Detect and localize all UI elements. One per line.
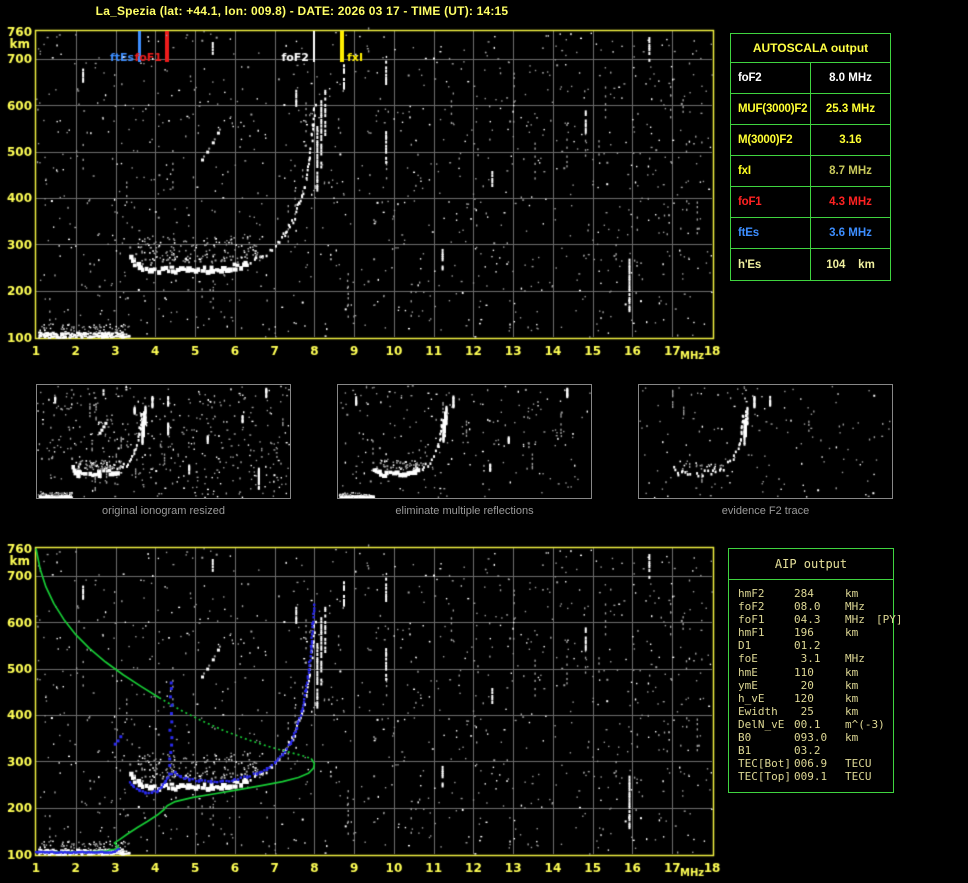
thumbnail-canvas: [37, 385, 290, 498]
autoscala-output-panel: AUTOSCALA output foF2 8.0 MHz MUF(3000)F…: [730, 33, 891, 281]
list-item: D1 01.2: [738, 639, 821, 653]
table-row: M(3000)F2 3.16: [731, 125, 890, 156]
aip-body: hmF2 284 km foF2 08.0 MHz foF1 04.3 MHz [PY] hm…: [729, 580, 903, 784]
thumbnail-caption: original ionogram resized: [102, 505, 225, 517]
autoscala-header: AUTOSCALA output: [731, 34, 890, 63]
list-item: TEC[Bot] 006.9 TECU: [738, 757, 872, 771]
list-item: hmF2 284 km: [738, 587, 859, 600]
thumbnail-original-ionogram: [36, 384, 291, 499]
list-item: B0 093.0 km: [738, 731, 859, 745]
list-item: DelN_vE 00.1 m^(-3): [738, 717, 885, 731]
param-value: 4.3 MHz: [829, 196, 872, 208]
table-row: h'Es 104 km: [731, 249, 890, 280]
list-item: B1 03.2: [738, 744, 821, 758]
list-item: foF2 08.0 MHz: [738, 600, 865, 614]
list-item: ymE 20 km: [738, 678, 859, 692]
param-value: 104 km: [826, 258, 875, 271]
param-label: M(3000)F2: [731, 125, 811, 155]
aip-header: AIP output: [729, 549, 893, 580]
table-row: foF1 4.3 MHz: [731, 187, 890, 218]
list-item: hmE 110 km: [738, 665, 859, 679]
thumbnail-canvas: [338, 385, 591, 498]
param-label: MUF(3000)F2: [731, 94, 811, 124]
station-title: La_Spezia (lat: +44.1, lon: 009.8) - DAT…: [95, 4, 509, 18]
thumbnail-caption: evidence F2 trace: [721, 505, 810, 517]
param-value: 8.7 MHz: [829, 165, 872, 177]
aip-output-panel: AIP output hmF2 284 km foF2 08.0 MHz foF1 04.…: [728, 548, 903, 793]
list-item: Ewidth 25 km: [738, 704, 859, 718]
list-item: h_vE 120 km: [738, 691, 859, 705]
param-label: foF1: [731, 187, 811, 217]
thumbnail-canvas: [639, 385, 892, 498]
list-item: TEC[Top] 009.1 TECU: [738, 770, 872, 784]
param-label: ftEs: [731, 218, 811, 248]
thumbnail-caption: eliminate multiple reflections: [395, 505, 534, 517]
thumbnail-evidence-f2: [638, 384, 893, 499]
param-value: 3.6 MHz: [829, 227, 872, 239]
param-value: 3.16: [839, 134, 862, 146]
param-label: h'Es: [731, 249, 811, 280]
ionogram-plot-autoscala: [0, 25, 730, 373]
list-item: foF1 04.3 MHz [PY]: [738, 613, 903, 627]
list-item: hmF1 196 km: [738, 626, 859, 640]
thumbnail-eliminate-reflections: [337, 384, 592, 499]
table-row: foF2 8.0 MHz: [731, 63, 890, 94]
param-value: 8.0 MHz: [829, 72, 872, 84]
table-row: fxI 8.7 MHz: [731, 156, 890, 187]
param-label: foF2: [731, 63, 811, 93]
param-label: fxI: [731, 156, 811, 186]
table-row: MUF(3000)F2 25.3 MHz: [731, 94, 890, 125]
list-item: foE 3.1 MHz: [738, 652, 865, 666]
ionogram-plot-profile: [0, 542, 730, 883]
param-value: 25.3 MHz: [825, 103, 876, 115]
table-row: ftEs 3.6 MHz: [731, 218, 890, 249]
